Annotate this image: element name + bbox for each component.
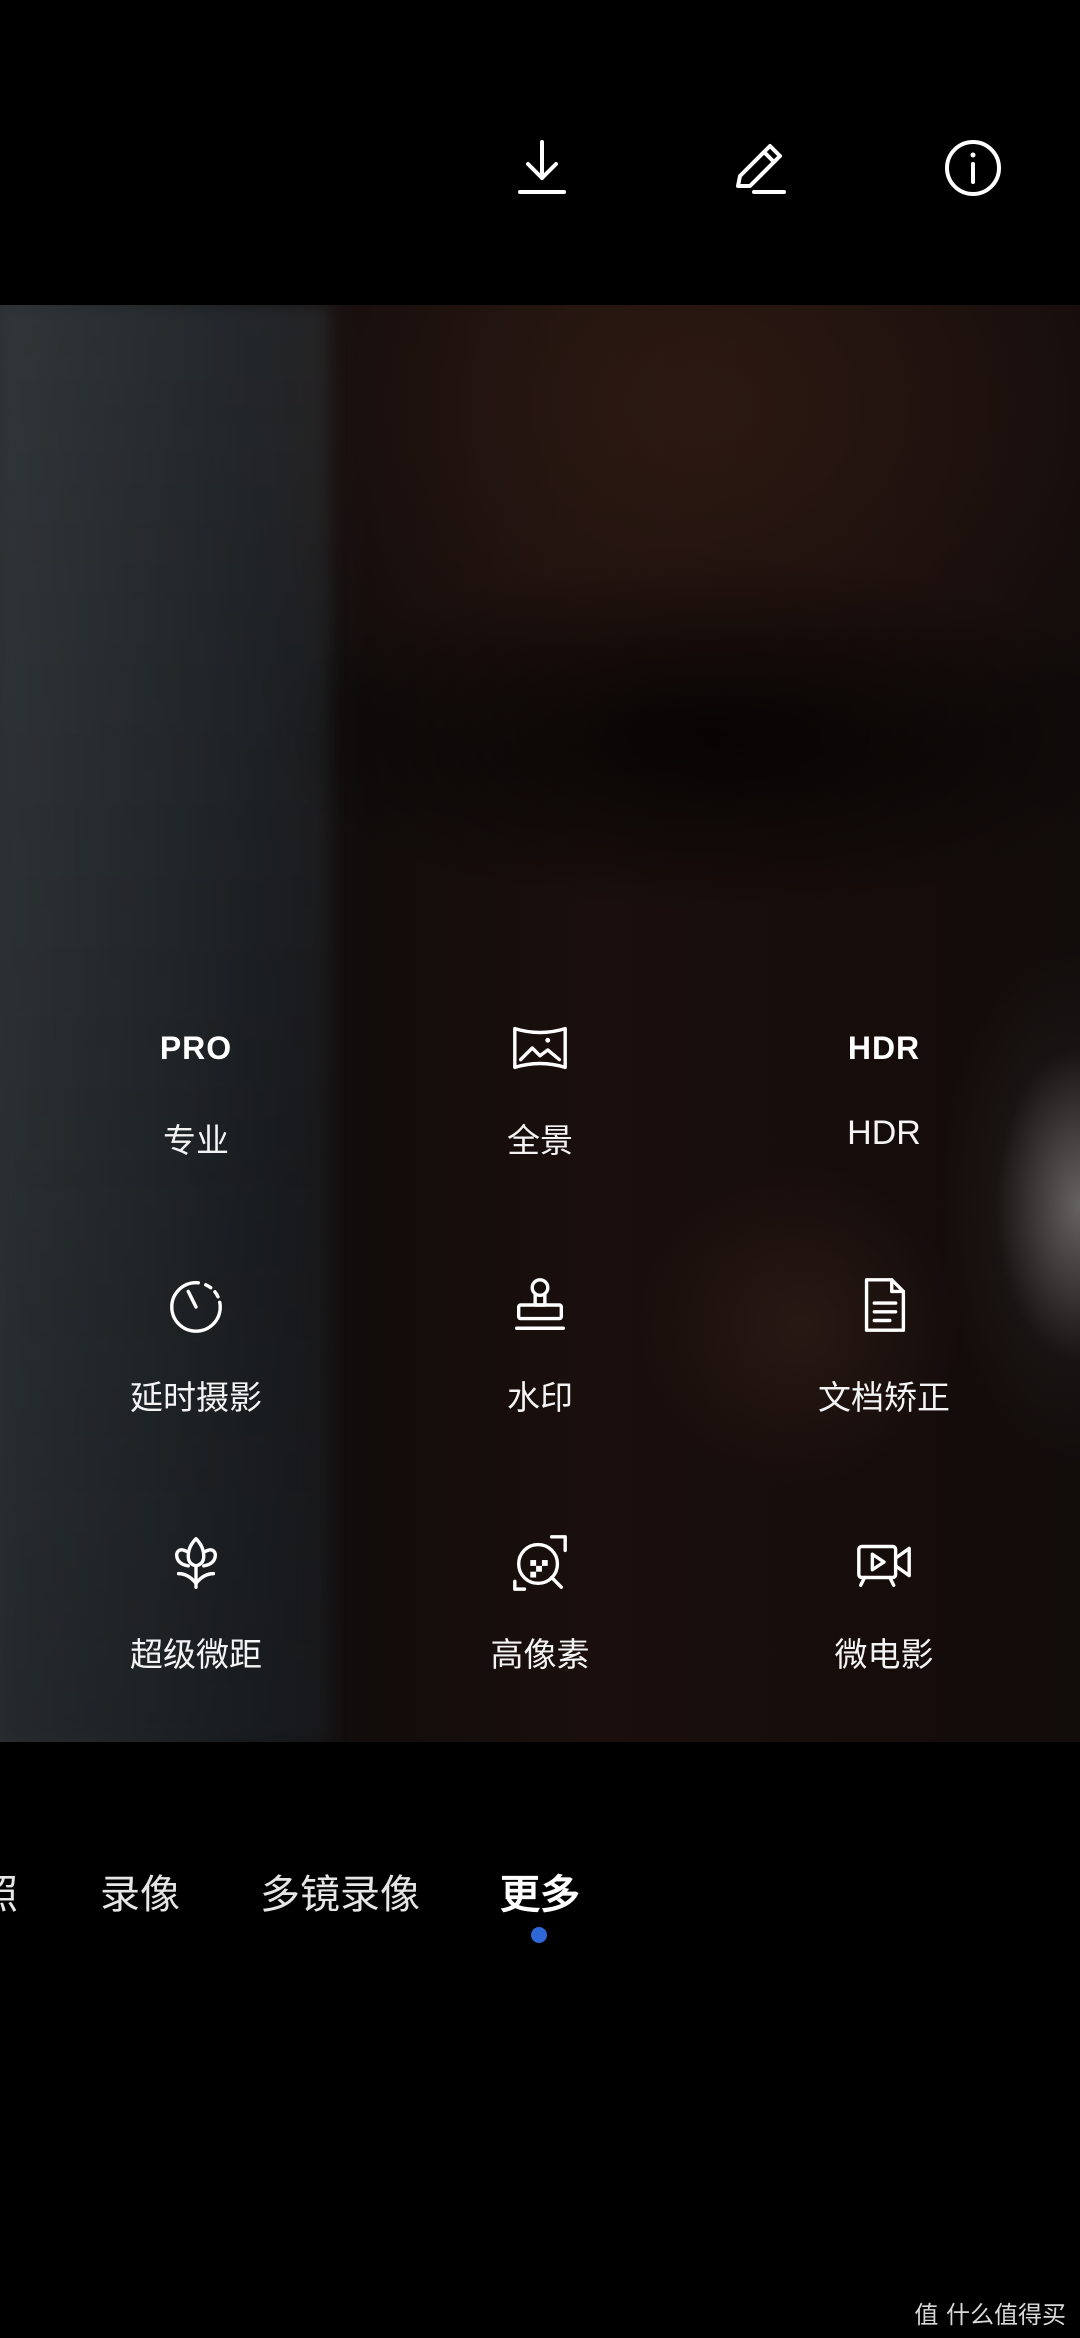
mode-document[interactable]: 文档矫正 xyxy=(734,1267,1034,1467)
site-watermark: 值 什么值得买 xyxy=(914,2301,1066,2329)
pro-icon: PRO xyxy=(159,1029,233,1066)
mode-label: HDR xyxy=(847,1114,921,1152)
tab-more[interactable]: 更多 xyxy=(500,1862,580,1920)
mode-hdr[interactable]: HDR HDR xyxy=(734,1010,1034,1210)
viewfinder-blur-dark xyxy=(260,555,1080,915)
mode-timelapse[interactable]: 延时摄影 xyxy=(46,1267,346,1467)
mode-label: 微电影 xyxy=(834,1635,934,1674)
mode-pro[interactable]: PRO 专业 xyxy=(46,1010,346,1210)
mode-tab-bar: 照 录像 多镜录像 更多 值 什么值得买 xyxy=(0,1742,1080,2338)
tab-multi-camera-video[interactable]: 多镜录像 xyxy=(260,1862,420,1920)
timelapse-icon xyxy=(116,1267,276,1343)
tab-photo[interactable]: 照 xyxy=(0,1862,18,1920)
mode-micro-movie[interactable]: 微电影 xyxy=(734,1524,1034,1724)
camera-screen: PRO 专业 全景 HDR HDR 延时摄影 水印 文档矫正 超级微距 高像素 … xyxy=(0,0,1080,2338)
mode-label: 超级微距 xyxy=(130,1635,262,1674)
mode-label: 延时摄影 xyxy=(130,1378,262,1417)
mode-panorama[interactable]: 全景 xyxy=(390,1010,690,1210)
mode-label: 水印 xyxy=(507,1378,573,1417)
panorama-icon xyxy=(460,1010,620,1086)
mode-watermark[interactable]: 水印 xyxy=(390,1267,690,1467)
viewfinder: PRO 专业 全景 HDR HDR 延时摄影 水印 文档矫正 超级微距 高像素 … xyxy=(0,305,1080,1742)
watermark-stamp-icon xyxy=(460,1267,620,1343)
mode-high-resolution[interactable]: 高像素 xyxy=(390,1524,690,1724)
edit-pen-icon[interactable] xyxy=(718,128,798,208)
tab-video[interactable]: 录像 xyxy=(100,1862,180,1920)
download-icon[interactable] xyxy=(502,128,582,208)
mode-label: 专业 xyxy=(163,1121,229,1160)
top-action-bar xyxy=(0,0,1080,305)
mode-label: 高像素 xyxy=(490,1635,590,1674)
hdr-icon: HDR xyxy=(847,1029,921,1066)
high-resolution-icon xyxy=(460,1524,620,1600)
document-icon xyxy=(804,1267,964,1343)
info-icon[interactable] xyxy=(933,128,1013,208)
mode-label: 全景 xyxy=(507,1121,573,1160)
macro-flower-icon xyxy=(116,1524,276,1600)
mode-label: 文档矫正 xyxy=(818,1378,950,1417)
active-tab-indicator xyxy=(531,1927,547,1943)
mode-super-macro[interactable]: 超级微距 xyxy=(46,1524,346,1724)
micro-movie-icon xyxy=(804,1524,964,1600)
